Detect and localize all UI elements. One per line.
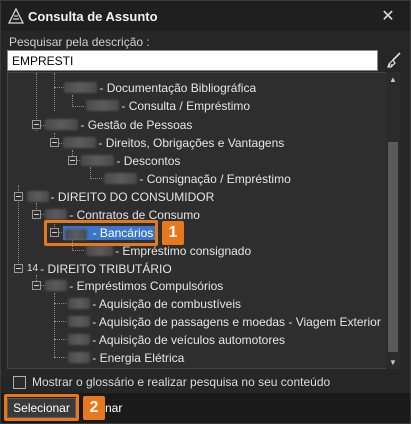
node-code: 11806 bbox=[86, 245, 114, 256]
tree-node[interactable]: 1156 - DIREITO DO CONSUMIDOR bbox=[14, 188, 214, 205]
collapse-icon[interactable] bbox=[14, 264, 23, 273]
node-code: 930016 bbox=[86, 100, 120, 111]
node-label: - DIREITO DO CONSUMIDOR bbox=[50, 189, 215, 204]
node-code: 930136 bbox=[81, 155, 115, 166]
highlight-box-2 bbox=[4, 394, 79, 421]
tree-node[interactable]: 14 - DIREITO TRIBUTÁRIO bbox=[14, 260, 172, 277]
tree-scrollbar[interactable]: ▲ ▼ bbox=[386, 72, 400, 369]
node-code: 930137 bbox=[104, 173, 138, 184]
tree-node[interactable]: 5977 - Aquisição de passagens e moedas -… bbox=[68, 313, 381, 330]
callout-badge-2: 2 bbox=[83, 396, 105, 420]
tree-node[interactable]: 5977 - Energia Elétrica bbox=[68, 349, 184, 366]
title-bar: Consulta de Assunto ✕ bbox=[1, 1, 410, 31]
highlight-box-1 bbox=[44, 220, 158, 246]
node-label: - Descontos bbox=[116, 153, 181, 168]
node-label: - Energia Elétrica bbox=[92, 350, 185, 365]
glossary-option[interactable]: Mostrar o glossário e realizar pesquisa … bbox=[13, 375, 330, 389]
node-label: - Empréstimos Compulsórios bbox=[69, 278, 224, 293]
node-code: 5977 bbox=[68, 352, 91, 363]
node-code: 7771 bbox=[45, 209, 68, 220]
tree-node[interactable]: 5976 - Aquisição de veículos automotores bbox=[68, 331, 285, 348]
tree-node[interactable]: 930136 - Descontos bbox=[68, 152, 180, 169]
node-label: - Consignação / Empréstimo bbox=[139, 171, 291, 186]
tree-node[interactable]: 930097 - Gestão de Pessoas bbox=[32, 116, 192, 133]
glossary-label: Mostrar o glossário e realizar pesquisa … bbox=[32, 375, 331, 389]
glossary-checkbox[interactable] bbox=[13, 375, 26, 389]
node-code: 930015 bbox=[64, 82, 98, 93]
collapse-icon[interactable] bbox=[68, 156, 77, 165]
secondary-button[interactable]: nar bbox=[105, 398, 165, 418]
tree-node[interactable]: 5975 - Aquisição de combustíveis bbox=[68, 295, 241, 312]
callout-badge-1: 1 bbox=[162, 221, 184, 245]
tree-node[interactable]: 930133 - Direitos, Obrigações e Vantagen… bbox=[50, 134, 284, 151]
node-code: 5973 bbox=[45, 280, 68, 291]
tree-node[interactable]: 930137 - Consignação / Empréstimo bbox=[104, 170, 291, 187]
brush-icon bbox=[387, 52, 401, 68]
collapse-icon[interactable] bbox=[32, 281, 41, 290]
node-label: - DIREITO TRIBUTÁRIO bbox=[40, 261, 172, 276]
node-code: 930097 bbox=[45, 119, 79, 130]
window-title: Consulta de Assunto bbox=[28, 9, 158, 24]
node-code: 5975 bbox=[68, 298, 91, 309]
node-code: 930133 bbox=[63, 137, 97, 148]
node-label: - Consulta / Empréstimo bbox=[121, 98, 251, 113]
node-code: 14 bbox=[27, 263, 39, 274]
collapse-icon[interactable] bbox=[32, 210, 41, 219]
consulta-assunto-window: Consulta de Assunto ✕ Pesquisar pela des… bbox=[0, 0, 411, 424]
app-logo-icon bbox=[8, 8, 24, 24]
close-button[interactable]: ✕ bbox=[366, 1, 410, 31]
node-label: - Documentação Bibliográfica bbox=[99, 80, 257, 95]
node-label: - Aquisição de veículos automotores bbox=[92, 332, 286, 347]
collapse-icon[interactable] bbox=[14, 192, 23, 201]
tree-node[interactable]: 930015 - Documentação Bibliográfica bbox=[64, 79, 256, 96]
node-code: 1156 bbox=[27, 191, 49, 202]
search-label: Pesquisar pela descrição : bbox=[9, 35, 150, 49]
collapse-icon[interactable] bbox=[50, 138, 59, 147]
node-label: - Aquisição de passagens e moedas - Viag… bbox=[92, 314, 381, 329]
node-label: - Gestão de Pessoas bbox=[80, 117, 193, 132]
tree-node[interactable]: 930016 - Consulta / Empréstimo bbox=[86, 97, 250, 114]
scroll-down-icon[interactable]: ▼ bbox=[386, 355, 400, 369]
scroll-up-icon[interactable]: ▲ bbox=[386, 72, 400, 86]
close-icon: ✕ bbox=[381, 8, 395, 25]
node-label: - Direitos, Obrigações e Vantagens bbox=[98, 135, 285, 150]
collapse-icon[interactable] bbox=[32, 120, 41, 129]
scroll-thumb[interactable] bbox=[388, 142, 398, 352]
node-code: 5977 bbox=[68, 316, 91, 327]
node-label: - Aquisição de combustíveis bbox=[92, 296, 241, 311]
node-code: 5976 bbox=[68, 334, 91, 345]
tree-node[interactable]: 5973 - Empréstimos Compulsórios bbox=[32, 277, 223, 294]
search-input[interactable] bbox=[7, 50, 378, 71]
clear-search-button[interactable] bbox=[383, 49, 405, 71]
